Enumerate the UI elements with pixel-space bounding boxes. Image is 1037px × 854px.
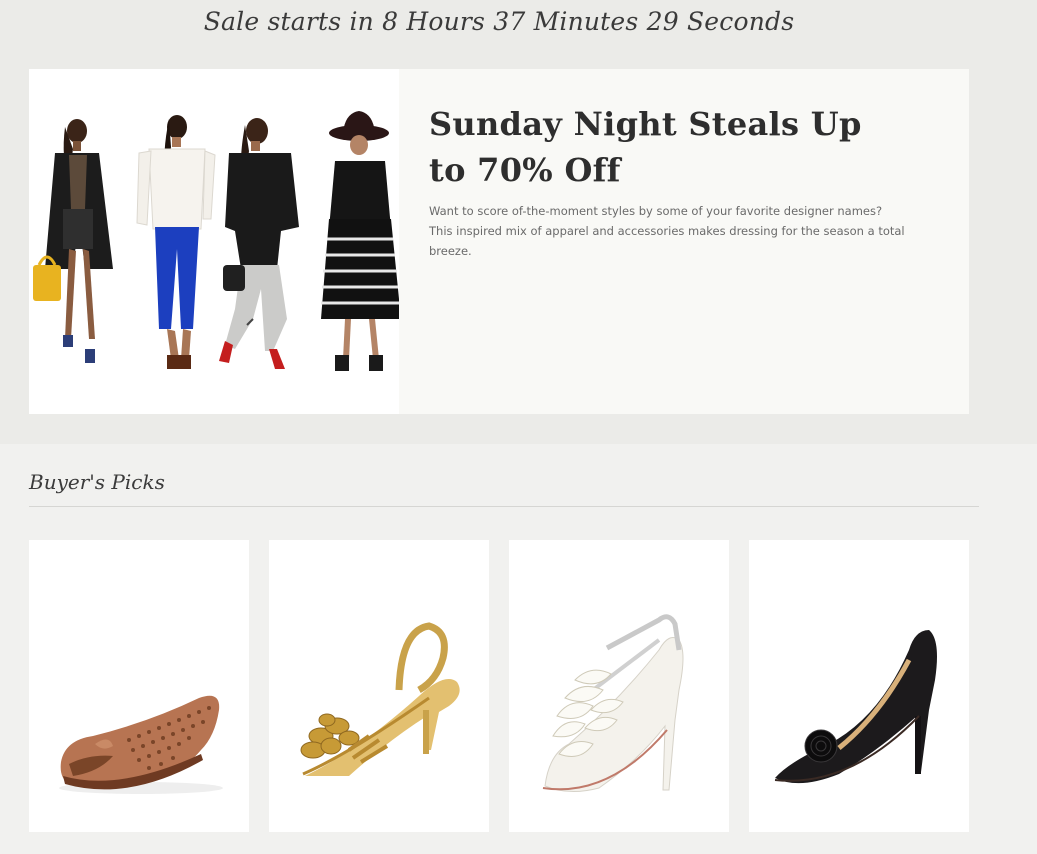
- perforated-flat-image: [59, 695, 223, 794]
- model-figure-3: [219, 118, 299, 369]
- gold-sandal-image: [300, 622, 460, 776]
- section-divider: [29, 506, 979, 507]
- product-card-1[interactable]: [29, 540, 249, 832]
- product-card-4[interactable]: [749, 540, 969, 832]
- hero-title[interactable]: Sunday Night Steals Up to 70% Off: [429, 101, 909, 193]
- sale-countdown: Sale starts in 8 Hours 37 Minutes 29 Sec…: [203, 7, 795, 36]
- section-heading-buyers-picks: Buyer's Picks: [29, 470, 165, 494]
- model-figure-2: [136, 115, 216, 369]
- hero-copy: Sunday Night Steals Up to 70% Off Want t…: [399, 69, 969, 414]
- model-figure-1: [33, 119, 113, 363]
- model-figure-4: [321, 111, 399, 371]
- sale-event-hero[interactable]: Sunday Night Steals Up to 70% Off Want t…: [29, 69, 969, 414]
- hero-description: Want to score of-the-moment styles by so…: [429, 204, 905, 258]
- product-card-3[interactable]: [509, 540, 729, 832]
- product-card-2[interactable]: [269, 540, 489, 832]
- white-ruffle-heel-image: [542, 614, 684, 792]
- black-pump-image: [774, 630, 937, 784]
- models-photo: [29, 69, 399, 414]
